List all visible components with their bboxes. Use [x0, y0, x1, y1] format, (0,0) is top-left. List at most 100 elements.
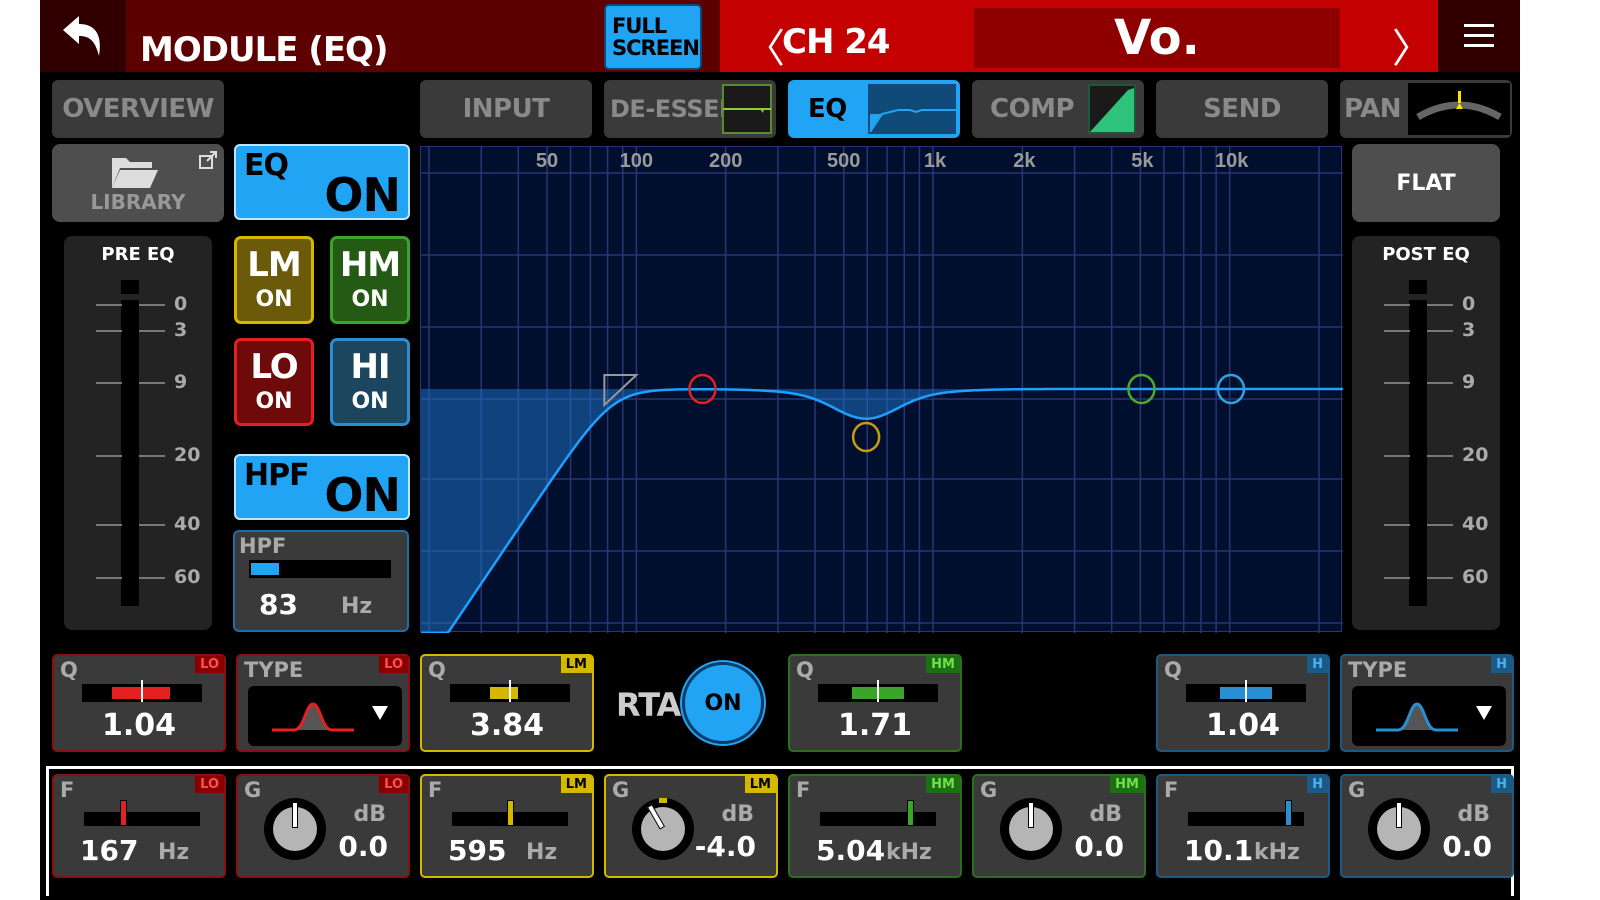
meter-tick [139, 524, 165, 527]
band-lo-button[interactable]: LO ON [234, 338, 314, 426]
frequency-slider-thumb[interactable] [907, 800, 915, 826]
band-label: LO [250, 347, 298, 387]
flat-button[interactable]: FLAT [1352, 144, 1500, 222]
gain-knob[interactable] [1000, 798, 1062, 860]
meter-tick [96, 576, 122, 579]
frequency-slider-thumb[interactable] [507, 800, 514, 826]
tab-send[interactable]: SEND [1156, 80, 1328, 138]
hpf-on-button[interactable]: HPF ON [234, 454, 410, 522]
channel-name-field[interactable]: Vo. [974, 8, 1340, 68]
q-slider-thumb[interactable] [877, 680, 879, 702]
frequency-slider[interactable] [820, 800, 936, 826]
lm-q-control[interactable]: Q LM 3.84 [420, 654, 594, 752]
h-frequency-control[interactable]: F H 10.1 kHz [1156, 774, 1330, 878]
tab-eq[interactable]: EQ [788, 80, 960, 138]
gain-unit: dB [1457, 802, 1490, 827]
gain-label: G [612, 778, 630, 802]
band-tag: LM [744, 776, 776, 793]
q-slider-thumb[interactable] [141, 680, 143, 702]
frequency-label: F [796, 778, 811, 802]
gain-knob[interactable] [1368, 798, 1430, 860]
eq-graph-canvas[interactable]: 50 100 200 500 1k 2k 5k 10k [421, 147, 1343, 635]
hpf-frequency-control[interactable]: HPF 83 Hz [233, 530, 409, 632]
back-button[interactable] [40, 0, 126, 72]
library-button[interactable]: LIBRARY [52, 144, 224, 222]
tab-label: OVERVIEW [62, 94, 214, 124]
lo-q-control[interactable]: Q LO 1.04 [52, 654, 226, 752]
full-screen-button[interactable]: FULL SCREEN [604, 4, 702, 70]
hi-q-control[interactable]: Q H 1.04 [1156, 654, 1330, 752]
hm-q-control[interactable]: Q HM 1.71 [788, 654, 962, 752]
q-value: 3.84 [469, 708, 545, 743]
filter-type-dropdown[interactable] [1352, 686, 1506, 746]
next-channel-button[interactable]: 〉 [1392, 16, 1432, 74]
frequency-label: F [60, 778, 75, 802]
q-value: 1.04 [1205, 708, 1281, 743]
knob-pointer [1396, 802, 1402, 828]
tab-pan[interactable]: PAN [1340, 80, 1512, 138]
hpf-switch-state: ON [324, 468, 401, 522]
band-hm-button[interactable]: HM ON [330, 236, 410, 324]
external-link-icon [199, 151, 217, 169]
frequency-slider[interactable] [452, 800, 568, 826]
q-slider[interactable] [450, 680, 570, 702]
gain-knob[interactable] [632, 798, 694, 860]
meter-scale-label: 9 [174, 371, 188, 394]
page-title: MODULE (EQ) [140, 30, 389, 70]
filter-type-dropdown[interactable] [248, 686, 402, 746]
q-slider-thumb[interactable] [509, 680, 511, 702]
frequency-slider[interactable] [1188, 800, 1304, 826]
hi-type-control[interactable]: TYPE H [1340, 654, 1514, 752]
q-slider-thumb[interactable] [1245, 680, 1247, 702]
band-state: ON [351, 389, 389, 414]
q-slider[interactable] [82, 680, 202, 702]
tab-label: COMP [990, 94, 1075, 124]
lo-frequency-control[interactable]: F LO 167 Hz [52, 774, 226, 878]
folder-icon [112, 158, 158, 188]
q-label: Q [1164, 658, 1182, 682]
h-gain-control[interactable]: G H dB 0.0 [1340, 774, 1514, 878]
meter-tick [1427, 304, 1453, 306]
gain-knob[interactable] [264, 798, 326, 860]
hm-frequency-control[interactable]: F HM 5.04 kHz [788, 774, 962, 878]
gain-value: -4.0 [694, 830, 756, 863]
tab-de-esser[interactable]: DE-ESSER [604, 80, 776, 138]
band-tag: LM [560, 656, 592, 673]
tab-overview[interactable]: OVERVIEW [52, 80, 224, 138]
eq-frequency-response-graph[interactable]: 50 100 200 500 1k 2k 5k 10k [420, 146, 1343, 635]
post-eq-meter: POST EQ 0 3 9 20 40 60 [1352, 236, 1500, 630]
eq-on-button[interactable]: EQ ON [234, 144, 410, 222]
tab-input[interactable]: INPUT [420, 80, 592, 138]
q-slider[interactable] [1186, 680, 1306, 702]
previous-channel-button[interactable]: 〈 [745, 16, 785, 74]
lo-type-control[interactable]: TYPE LO [236, 654, 410, 752]
frequency-slider-thumb[interactable] [1284, 800, 1292, 826]
lo-gain-control[interactable]: G LO dB 0.0 [236, 774, 410, 878]
rta-on-button[interactable]: ON [682, 662, 764, 744]
meter-scale-label: 3 [174, 319, 188, 342]
hpf-level-fill [251, 563, 279, 575]
band-tag: LO [379, 656, 408, 673]
frequency-value: 167 [80, 834, 139, 867]
frequency-slider[interactable] [84, 800, 200, 826]
lm-frequency-control[interactable]: F LM 595 Hz [420, 774, 594, 878]
band-tag: LO [379, 776, 408, 793]
pre-eq-meter: PRE EQ 0 3 9 20 40 60 [64, 236, 212, 630]
gain-label: G [980, 778, 998, 802]
band-tag: H [1491, 776, 1512, 793]
tab-comp[interactable]: COMP [972, 80, 1144, 138]
frequency-unit: kHz [886, 840, 932, 865]
band-lm-button[interactable]: LM ON [234, 236, 314, 324]
band-hi-button[interactable]: HI ON [330, 338, 410, 426]
menu-button[interactable] [1438, 0, 1520, 72]
lm-band-handle[interactable] [851, 421, 881, 453]
q-slider[interactable] [818, 680, 938, 702]
meter-tick [139, 576, 165, 579]
meter-scale-label: 9 [1462, 371, 1476, 394]
frequency-slider-thumb[interactable] [120, 800, 128, 826]
meter-tick [96, 304, 122, 306]
tab-label: INPUT [462, 94, 550, 124]
eq-thumbnail-icon [868, 84, 956, 134]
hm-gain-control[interactable]: G HM dB 0.0 [972, 774, 1146, 878]
lm-gain-control[interactable]: G LM dB -4.0 [604, 774, 778, 878]
